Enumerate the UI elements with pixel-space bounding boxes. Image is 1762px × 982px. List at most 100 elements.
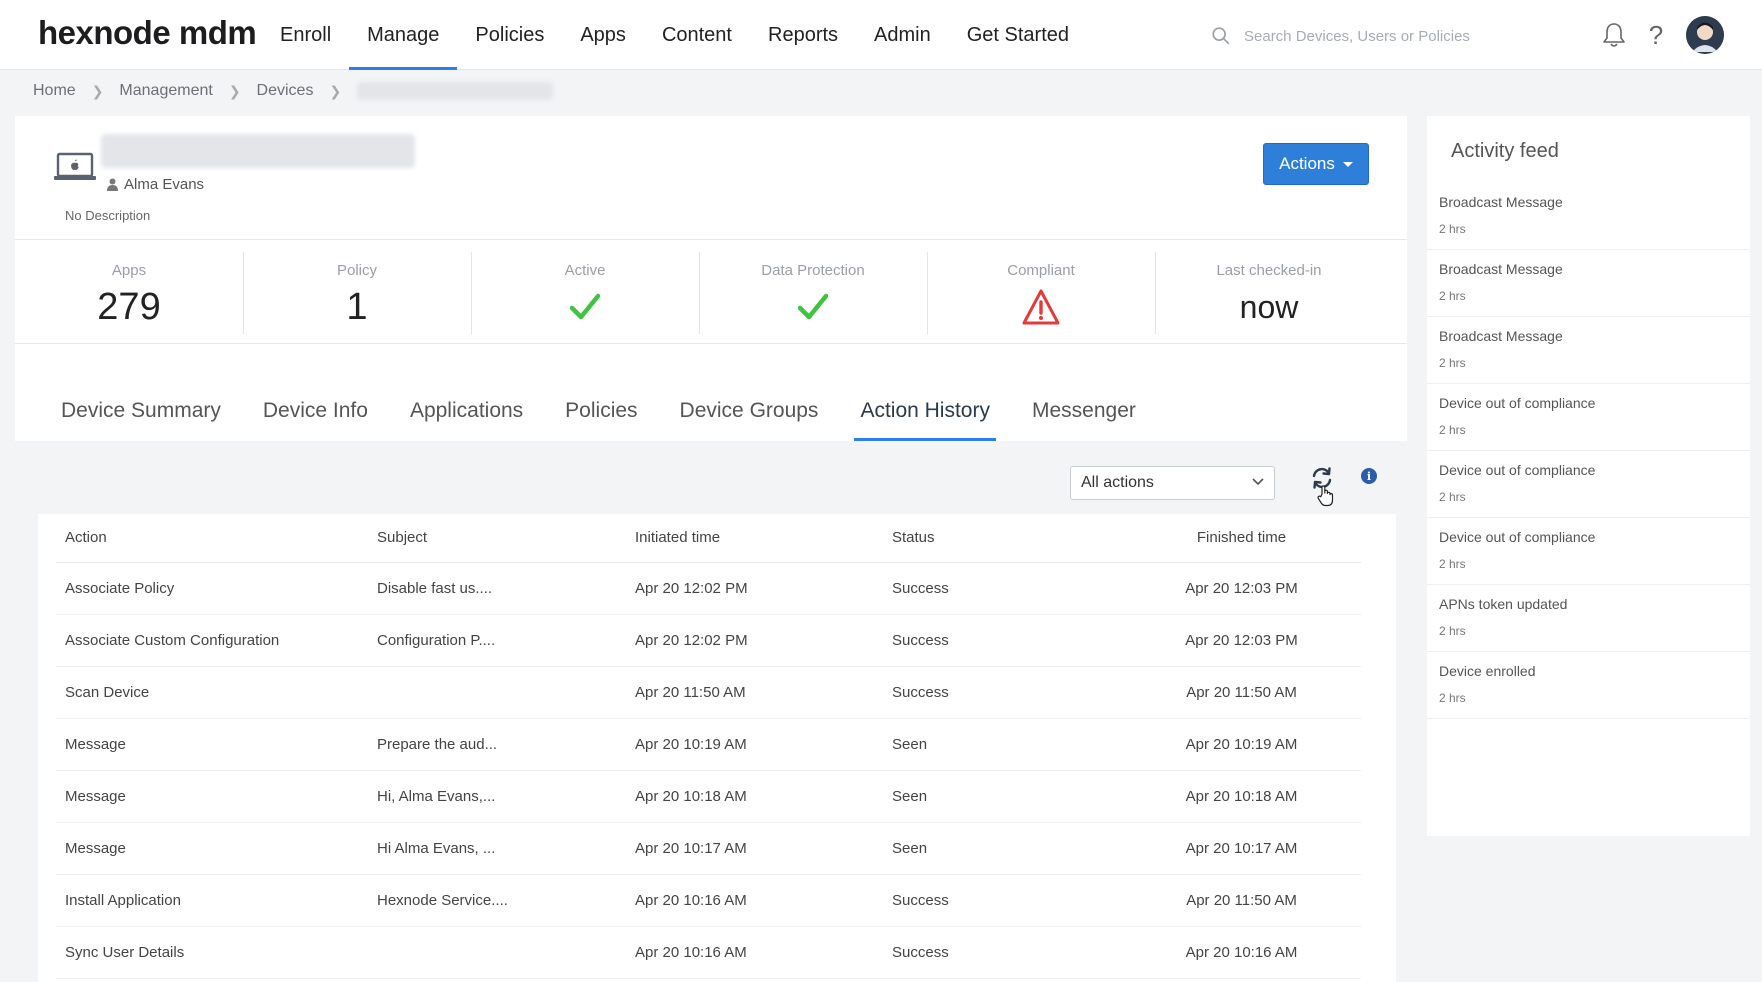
nav-policies[interactable]: Policies — [457, 0, 562, 70]
breadcrumb: Home ❯ Management ❯ Devices ❯ — [33, 82, 554, 100]
cell-subject — [377, 926, 635, 979]
top-navigation-bar: hexnode mdm Enroll Manage Policies Apps … — [0, 0, 1762, 70]
caret-down-icon — [1342, 161, 1353, 167]
nav-manage[interactable]: Manage — [349, 0, 458, 70]
cell-action: Message — [56, 718, 377, 771]
feed-item-time: 2 hrs — [1439, 691, 1466, 705]
stat-compliant[interactable]: Compliant — [927, 240, 1155, 344]
hexnode-logo[interactable]: hexnode mdm — [38, 14, 257, 52]
nav-get-started[interactable]: Get Started — [949, 0, 1087, 70]
table-row[interactable]: Message Prepare the aud... Apr 20 10:19 … — [56, 718, 1361, 771]
cell-initiated-time: Apr 20 10:19 AM — [635, 718, 892, 771]
tab-device-summary[interactable]: Device Summary — [55, 399, 227, 441]
search-box — [1210, 22, 1540, 50]
search-input[interactable] — [1244, 27, 1534, 45]
top-right-icons: ? — [1600, 16, 1724, 54]
action-history-content: All actions i Action Subject Initiated t… — [15, 441, 1407, 982]
cell-initiated-time: Apr 20 10:17 AM — [635, 822, 892, 875]
table-row[interactable]: Message Hi Alma Evans, ... Apr 20 10:17 … — [56, 822, 1361, 875]
feed-item[interactable]: Device enrolled 2 hrs — [1427, 652, 1750, 719]
cell-status: Seen — [892, 822, 1122, 875]
stat-policy[interactable]: Policy 1 — [243, 240, 471, 344]
tab-action-history[interactable]: Action History — [854, 399, 996, 441]
feed-item[interactable]: APNs token updated 2 hrs — [1427, 585, 1750, 652]
feed-item[interactable]: Device out of compliance 2 hrs — [1427, 451, 1750, 518]
avatar[interactable] — [1686, 16, 1724, 54]
column-header-initiated-time[interactable]: Initiated time — [635, 514, 892, 563]
tab-messenger[interactable]: Messenger — [1026, 399, 1142, 441]
table-row[interactable]: Scan Device Apr 20 11:50 AM Success Apr … — [56, 666, 1361, 719]
column-header-status[interactable]: Status — [892, 514, 1122, 563]
feed-item-title: Broadcast Message — [1439, 261, 1563, 277]
macbook-device-icon — [53, 152, 97, 187]
feed-item[interactable]: Broadcast Message 2 hrs — [1427, 250, 1750, 317]
cell-initiated-time: Apr 20 12:02 PM — [635, 562, 892, 615]
feed-item-title: APNs token updated — [1439, 596, 1568, 612]
tab-policies[interactable]: Policies — [559, 399, 643, 441]
actions-button-label: Actions — [1279, 154, 1335, 173]
chevron-right-icon: ❯ — [228, 82, 241, 99]
device-stats: Apps 279 Policy 1 Active Data Protection… — [15, 240, 1407, 344]
table-row[interactable]: Install Application Hexnode Service.... … — [56, 874, 1361, 927]
device-user-name[interactable]: Alma Evans — [124, 176, 204, 193]
stat-apps-value: 279 — [97, 286, 161, 328]
actions-button[interactable]: Actions — [1263, 143, 1369, 185]
column-header-finished-time[interactable]: Finished time — [1122, 514, 1361, 563]
nav-apps[interactable]: Apps — [562, 0, 644, 70]
stat-apps[interactable]: Apps 279 — [15, 240, 243, 344]
cell-finished-time: Apr 20 10:17 AM — [1122, 822, 1361, 875]
table-row[interactable]: Associate Custom Configuration Configura… — [56, 614, 1361, 667]
feed-item[interactable]: Device out of compliance 2 hrs — [1427, 384, 1750, 451]
feed-item[interactable]: Broadcast Message 2 hrs — [1427, 183, 1750, 250]
feed-item[interactable]: Broadcast Message 2 hrs — [1427, 317, 1750, 384]
table-row[interactable]: Associate Policy Disable fast us.... Apr… — [56, 562, 1361, 615]
cell-status: Seen — [892, 718, 1122, 771]
tab-device-info[interactable]: Device Info — [257, 399, 374, 441]
activity-feed-panel: Activity feed Broadcast Message 2 hrs Br… — [1427, 116, 1750, 836]
column-header-subject[interactable]: Subject — [377, 514, 635, 563]
table-row[interactable]: Message Hi, Alma Evans,... Apr 20 10:18 … — [56, 770, 1361, 823]
nav-enroll[interactable]: Enroll — [262, 0, 349, 70]
breadcrumb-home[interactable]: Home — [33, 82, 76, 100]
user-icon — [107, 178, 118, 191]
bell-icon[interactable] — [1600, 19, 1628, 51]
cell-initiated-time: Apr 20 12:02 PM — [635, 614, 892, 667]
activity-feed-title: Activity feed — [1451, 140, 1559, 162]
info-icon[interactable]: i — [1361, 468, 1377, 484]
device-details-panel: Alma Evans No Description Actions Apps 2… — [15, 116, 1407, 982]
help-icon[interactable]: ? — [1642, 19, 1670, 51]
breadcrumb-device-name-redacted — [357, 82, 554, 100]
nav-admin[interactable]: Admin — [856, 0, 949, 70]
cell-status: Success — [892, 562, 1122, 615]
cell-subject: Hi Alma Evans, ... — [377, 822, 635, 875]
nav-reports[interactable]: Reports — [750, 0, 856, 70]
breadcrumb-devices[interactable]: Devices — [257, 82, 314, 100]
cell-subject — [377, 666, 635, 719]
stat-data-protection: Data Protection — [699, 240, 927, 344]
table-row[interactable]: Sync User Details Apr 20 10:16 AM Succes… — [56, 926, 1361, 979]
search-icon — [1212, 27, 1230, 45]
action-history-table-container: Action Subject Initiated time Status Fin… — [38, 514, 1396, 982]
nav-content[interactable]: Content — [644, 0, 750, 70]
stat-compliant-label: Compliant — [1007, 262, 1075, 279]
cell-finished-time: Apr 20 10:16 AM — [1122, 926, 1361, 979]
cell-status: Success — [892, 666, 1122, 719]
tab-applications[interactable]: Applications — [404, 399, 529, 441]
tab-device-groups[interactable]: Device Groups — [674, 399, 825, 441]
hand-cursor-icon — [1317, 485, 1334, 507]
cell-action: Associate Custom Configuration — [56, 614, 377, 667]
breadcrumb-management[interactable]: Management — [119, 82, 212, 100]
main-nav: Enroll Manage Policies Apps Content Repo… — [262, 0, 1087, 70]
stat-data-protection-label: Data Protection — [761, 262, 865, 279]
chevron-right-icon: ❯ — [329, 82, 342, 99]
stat-policy-label: Policy — [336, 262, 377, 279]
warning-triangle-icon — [927, 285, 1155, 329]
action-history-table: Action Subject Initiated time Status Fin… — [56, 514, 1361, 979]
feed-item-title: Device out of compliance — [1439, 395, 1596, 411]
actions-filter-select[interactable]: All actions — [1070, 466, 1275, 500]
column-header-action[interactable]: Action — [56, 514, 377, 563]
cell-status: Success — [892, 614, 1122, 667]
feed-item-title: Broadcast Message — [1439, 194, 1563, 210]
stat-policy-value: 1 — [346, 286, 368, 328]
feed-item[interactable]: Device out of compliance 2 hrs — [1427, 518, 1750, 585]
